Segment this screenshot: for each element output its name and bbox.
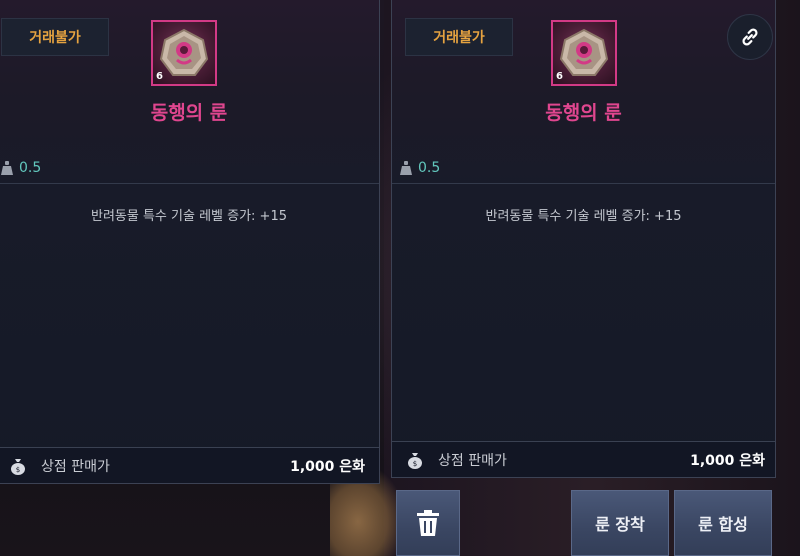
item-name: 동행의 룬 bbox=[150, 102, 228, 124]
divider bbox=[0, 183, 379, 184]
sell-price: 1,000 은화 bbox=[690, 452, 765, 469]
weight-row: 0.5 bbox=[400, 158, 440, 178]
shop-sell-price: $ 상점 판매가 1,000 은화 bbox=[392, 441, 775, 477]
shop-sell-price: $ 상점 판매가 1,000 은화 bbox=[0, 447, 379, 483]
sell-label: 상점 판매가 bbox=[41, 458, 110, 475]
equip-rune-button[interactable]: 룬 장착 bbox=[571, 490, 669, 556]
weight-row: 0.5 bbox=[1, 158, 41, 178]
svg-text:$: $ bbox=[413, 460, 417, 468]
svg-text:$: $ bbox=[16, 466, 20, 474]
weight-value: 0.5 bbox=[19, 160, 42, 176]
merge-rune-button[interactable]: 룬 합성 bbox=[674, 490, 772, 556]
money-bag-icon: $ bbox=[11, 458, 25, 475]
item-tooltip-left: 거래불가 6 동행의 룬 0.5 반려동물 특수 기술 레벨 증가: +15 $… bbox=[0, 0, 380, 484]
trash-icon bbox=[417, 510, 439, 536]
sell-label: 상점 판매가 bbox=[438, 452, 507, 469]
rune-item-icon[interactable]: 6 bbox=[151, 20, 217, 86]
divider bbox=[392, 183, 775, 184]
sell-price: 1,000 은화 bbox=[290, 458, 365, 475]
link-button[interactable] bbox=[727, 14, 773, 60]
item-tooltip-right: 거래불가 6 동행의 룬 0.5 반려동물 특수 기술 레벨 증가: +15 $… bbox=[391, 0, 776, 478]
link-icon bbox=[742, 28, 758, 46]
rune-icon bbox=[559, 28, 609, 76]
weight-icon bbox=[400, 161, 412, 175]
untradeable-tag: 거래불가 bbox=[1, 18, 109, 56]
item-name: 동행의 룬 bbox=[545, 102, 622, 124]
rune-lock-level: 6 bbox=[156, 71, 163, 82]
money-bag-icon: $ bbox=[408, 452, 422, 469]
item-effect: 반려동물 특수 기술 레벨 증가: +15 bbox=[91, 209, 287, 224]
weight-value: 0.5 bbox=[418, 160, 441, 176]
rune-icon bbox=[159, 28, 209, 76]
rune-lock-level: 6 bbox=[556, 71, 563, 82]
rune-item-icon[interactable]: 6 bbox=[551, 20, 617, 86]
untradeable-tag: 거래불가 bbox=[405, 18, 513, 56]
item-effect: 반려동물 특수 기술 레벨 증가: +15 bbox=[485, 209, 682, 224]
weight-icon bbox=[1, 161, 13, 175]
delete-button[interactable] bbox=[396, 490, 460, 556]
